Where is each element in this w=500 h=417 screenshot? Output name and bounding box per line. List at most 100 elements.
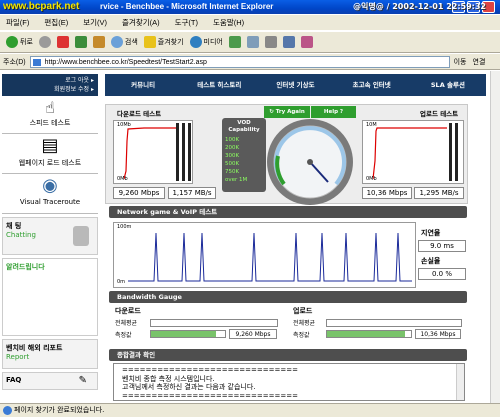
edit-profile-button[interactable]: 회원정보 수정 ▸ — [6, 85, 94, 94]
gauge-download-average-bar — [150, 318, 278, 327]
status-ie-icon — [3, 406, 12, 415]
result-scrollbar[interactable] — [456, 364, 464, 400]
hand-pointer-icon: ☝ — [45, 98, 55, 117]
stop-icon[interactable] — [56, 36, 69, 48]
latency-line — [128, 232, 412, 282]
nav-test-history[interactable]: 테스트 히스토리 — [181, 74, 257, 96]
upload-test-title: 업로드 테스트 — [420, 110, 459, 118]
url-input[interactable]: http://www.benchbee.co.kr/Speedtest/Test… — [29, 55, 450, 68]
upload-zero-label: 0Mb — [366, 176, 377, 182]
nav-webpage-load-test[interactable]: ▤ 웹페이지 로드 테스트 — [2, 134, 98, 174]
gauge-upload-average-row: 전체평균 — [293, 318, 465, 327]
network-game-section: Network game & VoIP 테스트 — [109, 206, 467, 218]
nav-internet-weather[interactable]: 인터넷 기상도 — [257, 74, 333, 96]
download-max-label: 10Mb — [117, 122, 131, 128]
edit-icon[interactable] — [282, 36, 295, 48]
status-text: 페이지 찾기가 완료되었습니다. — [14, 406, 105, 414]
result-section: 종합결과 확인 — [109, 349, 467, 361]
bandwidth-gauge-panel: 다운로드 전체평균 측정값 9,260 Mbps 업로드 전체평균 측정값 10,3… — [113, 304, 467, 342]
latency-label: 지연율 — [421, 229, 441, 237]
address-bar: 주소(D) http://www.benchbee.co.kr/Speedtes… — [0, 54, 500, 70]
top-nav: 커뮤니티 테스트 히스토리 인터넷 기상도 초고속 인터넷 SLA 솔루션 — [105, 74, 486, 96]
menu-help[interactable]: 도움말(H) — [213, 15, 244, 30]
nav-community[interactable]: 커뮤니티 — [105, 74, 181, 96]
help-icon: ? — [338, 109, 344, 115]
help-button[interactable]: Help ? — [311, 106, 356, 118]
menu-bar: 파일(F) 편집(E) 보기(V) 즐겨찾기(A) 도구(T) 도움말(H) — [0, 15, 500, 30]
gauge-download-measured-bar — [150, 330, 226, 338]
vertical-scrollbar[interactable] — [490, 71, 500, 403]
latency-graph: 100m 0m — [113, 222, 416, 288]
upload-bar-fill — [327, 331, 406, 337]
vod-level: 300K — [225, 153, 240, 159]
menu-edit[interactable]: 편집(E) — [44, 15, 68, 30]
upload-scale-bar — [449, 123, 452, 181]
gauge-upload-label: 업로드 — [293, 307, 313, 315]
star-icon — [143, 36, 156, 48]
try-again-button[interactable]: ↻ Try Again — [264, 106, 310, 118]
nav-speed-test[interactable]: ☝ 스피드 테스트 — [2, 96, 98, 134]
average-label: 전체평균 — [293, 320, 316, 327]
go-button[interactable]: 이동 — [454, 57, 467, 67]
result-textarea[interactable]: ============================== 벤치비 종합 측정… — [113, 363, 465, 401]
search-button[interactable]: 검색 — [110, 36, 138, 48]
nav-visual-traceroute[interactable]: ◉ Visual Traceroute — [2, 174, 98, 214]
result-line: ============================== — [122, 391, 298, 400]
result-line: 벤치비 종합 측정 시스템입니다. — [122, 374, 215, 383]
vod-level: 500K — [225, 161, 240, 167]
download-line — [123, 127, 176, 180]
menu-favorites[interactable]: 즐겨찾기(A) — [122, 15, 160, 30]
discuss-icon[interactable] — [300, 36, 313, 48]
bandwidth-gauge-section: Bandwidth Gauge — [109, 291, 467, 303]
speedometer: ↻ Try Again Help ? — [264, 106, 356, 210]
gauge-upload-measured-row: 측정값 10,36 Mbps — [293, 329, 465, 339]
vod-levels: 100K 200K 300K 500K 750K over 1M — [225, 136, 263, 184]
download-mbs: 1,157 MB/s — [168, 187, 216, 199]
download-zero-label: 0Mb — [117, 176, 128, 182]
mail-icon[interactable] — [246, 36, 259, 48]
faq-banner[interactable]: FAQ ✎ — [2, 372, 98, 390]
download-graph-svg — [123, 123, 191, 181]
page-icon — [32, 58, 41, 66]
overseas-report-banner[interactable]: 벤치비 해외 리포트 Report — [2, 339, 98, 369]
favorites-button[interactable]: 즐겨찾기 — [143, 36, 184, 48]
back-button[interactable]: 뒤로 — [6, 36, 33, 48]
logout-button[interactable]: 로그 아웃 ▸ — [6, 76, 94, 85]
status-overlay: @익명@ / 2002-12-01 22:59:32 — [353, 2, 486, 11]
loss-value: 0.0 % — [418, 268, 466, 280]
vod-level: over 1M — [225, 177, 248, 183]
gauge-download-average-row: 전체평균 — [115, 318, 283, 327]
chat-banner[interactable]: 채 팅 Chatting — [2, 217, 98, 255]
history-icon[interactable] — [228, 36, 241, 48]
upload-mbps: 10,36 Mbps — [362, 187, 412, 199]
tin-can-phone-icon — [73, 226, 89, 246]
upload-line — [372, 127, 447, 180]
menu-tools[interactable]: 도구(T) — [175, 15, 198, 30]
account-buttons: 로그 아웃 ▸ 회원정보 수정 ▸ — [2, 74, 98, 96]
upload-mbs: 1,295 MB/s — [414, 187, 464, 199]
upload-max-label: 10M — [366, 122, 377, 128]
wrench-icon: ✎ — [78, 375, 87, 386]
print-icon[interactable] — [264, 36, 277, 48]
notice-banner[interactable]: 알려드립니다 — [2, 258, 98, 336]
download-graph: 10Mb 0Mb — [113, 120, 193, 184]
gauge-download-measured-row: 측정값 9,260 Mbps — [115, 329, 283, 339]
vod-level: 100K — [225, 137, 240, 143]
media-button[interactable]: 미디어 — [189, 36, 223, 48]
nav-broadband[interactable]: 초고속 인터넷 — [334, 74, 410, 96]
menu-file[interactable]: 파일(F) — [6, 15, 29, 30]
average-label: 전체평균 — [115, 320, 138, 327]
gauge-upload: 업로드 전체평균 측정값 10,36 Mbps — [293, 306, 465, 339]
upload-graph-svg — [372, 123, 458, 181]
nav-sla-solution[interactable]: SLA 솔루션 — [410, 74, 486, 96]
menu-view[interactable]: 보기(V) — [83, 15, 107, 30]
home-icon[interactable] — [92, 36, 105, 48]
forward-icon[interactable] — [38, 36, 51, 48]
latency-zero-label: 0m — [117, 279, 126, 285]
gauge-upload-value: 10,36 Mbps — [415, 329, 461, 339]
measured-label: 측정값 — [115, 331, 132, 339]
speedometer-dial — [267, 119, 353, 205]
gauge-upload-average-bar — [326, 318, 462, 327]
result-line: 고객님께서 측정하신 결과는 다음과 같습니다. — [122, 383, 256, 391]
refresh-icon[interactable] — [74, 36, 87, 48]
